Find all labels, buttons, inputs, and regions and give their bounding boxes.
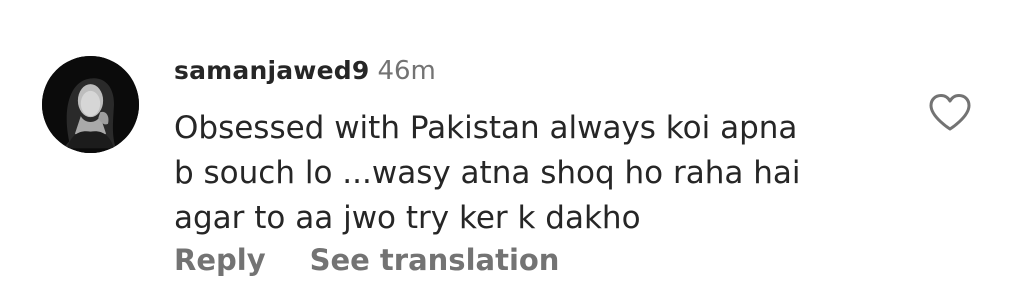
avatar[interactable] (42, 56, 139, 153)
comment-text-line: agar to aa jwo try ker k dakho (174, 200, 641, 236)
heart-outline-icon[interactable] (928, 92, 972, 132)
username[interactable]: samanjawed9 (174, 56, 369, 85)
timestamp: 46m (377, 56, 436, 86)
reply-button[interactable]: Reply (174, 243, 266, 277)
comment-text-line: b souch lo ...wasy atna shoq ho raha hai (174, 155, 801, 191)
comment-header: samanjawed9 46m (174, 56, 436, 90)
avatar-photo (42, 56, 139, 153)
comment-actions: Reply See translation (174, 243, 559, 277)
comment-text-line: Obsessed with Pakistan always koi apna (174, 110, 798, 146)
comment-text: Obsessed with Pakistan always koi apna b… (174, 106, 894, 241)
see-translation-button[interactable]: See translation (310, 243, 560, 277)
comment-item: samanjawed9 46m Obsessed with Pakistan a… (0, 0, 1024, 303)
